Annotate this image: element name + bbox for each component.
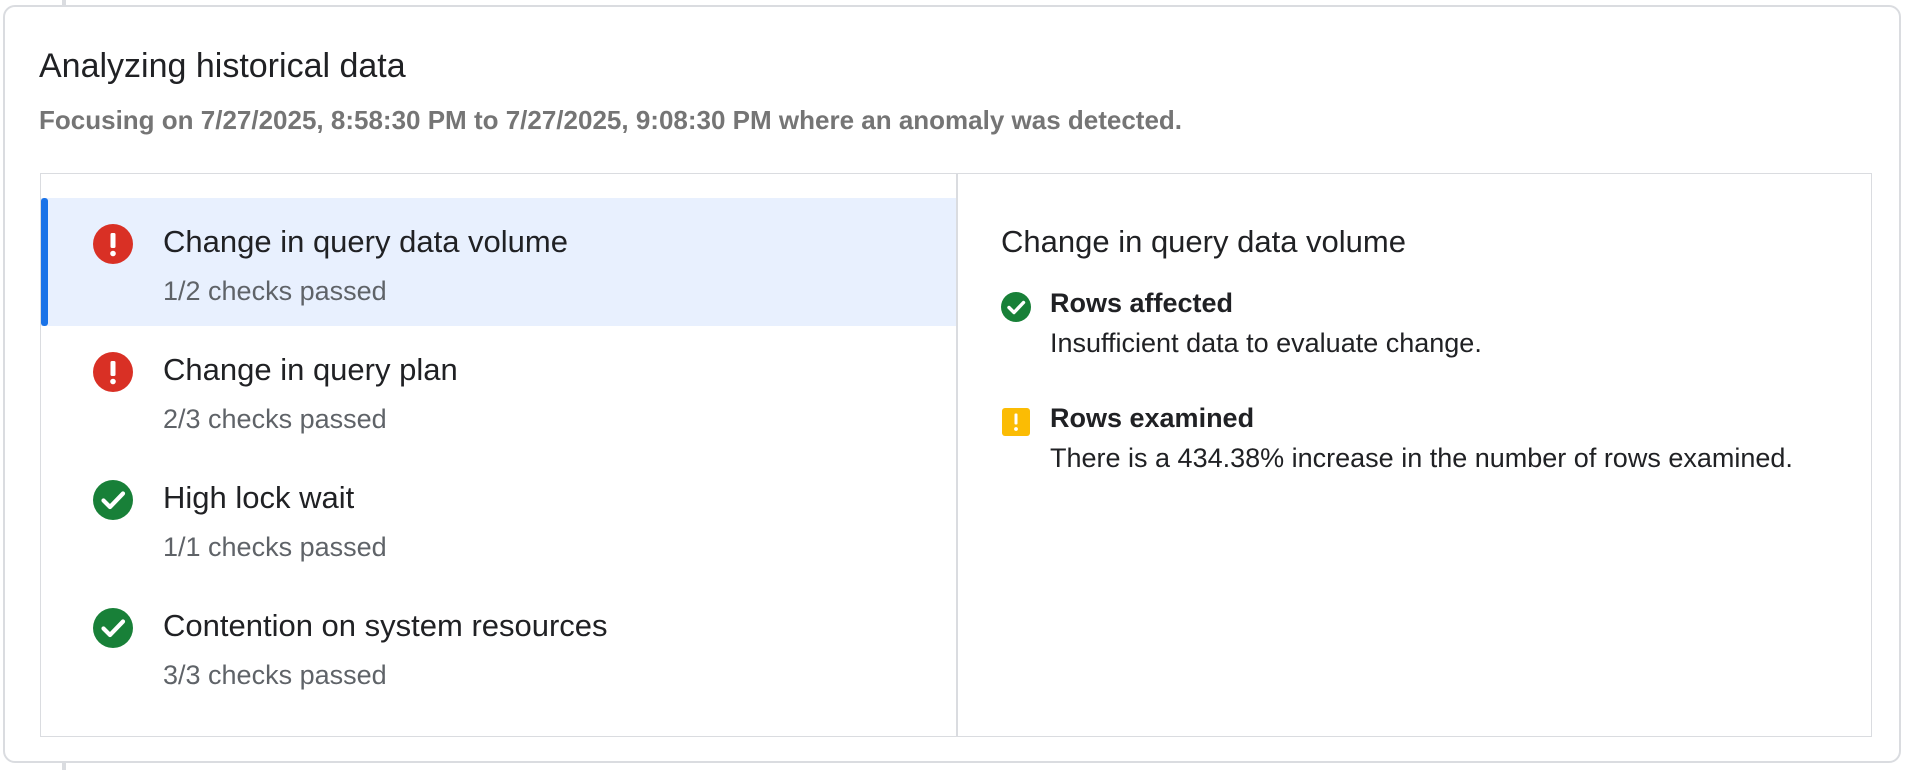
error-icon [93, 352, 133, 392]
category-detail: Change in query data volume Rows affecte… [1001, 224, 1861, 483]
check-description: There is a 434.38% increase in the numbe… [1050, 443, 1793, 473]
check-rows-affected: Rows affected Insufficient data to evalu… [1001, 288, 1861, 368]
category-item-query-data-volume[interactable]: Change in query data volume 1/2 checks p… [41, 198, 956, 326]
category-title: High lock wait [163, 480, 355, 515]
category-title: Change in query plan [163, 352, 458, 387]
warning-icon [1001, 407, 1031, 437]
category-item-query-plan[interactable]: Change in query plan 2/3 checks passed [41, 326, 956, 454]
historical-analysis-card: Analyzing historical data Focusing on 7/… [3, 5, 1901, 763]
category-checks-summary: 2/3 checks passed [163, 404, 387, 434]
analysis-panel: Change in query data volume 1/2 checks p… [40, 173, 1872, 737]
category-title: Contention on system resources [163, 608, 608, 643]
detail-title: Change in query data volume [1001, 224, 1406, 259]
check-title: Rows examined [1050, 403, 1255, 433]
category-checks-summary: 1/1 checks passed [163, 532, 387, 562]
check-circle-icon [93, 608, 133, 648]
check-category-list: Change in query data volume 1/2 checks p… [41, 198, 956, 710]
check-description: Insufficient data to evaluate change. [1050, 328, 1482, 358]
error-icon [93, 224, 133, 264]
category-item-high-lock-wait[interactable]: High lock wait 1/1 checks passed [41, 454, 956, 582]
connector-line [62, 762, 66, 770]
panel-divider [956, 174, 958, 736]
check-title: Rows affected [1050, 288, 1234, 318]
check-rows-examined: Rows examined There is a 434.38% increas… [1001, 403, 1861, 483]
check-circle-icon [93, 480, 133, 520]
card-subtitle: Focusing on 7/27/2025, 8:58:30 PM to 7/2… [39, 105, 1183, 135]
category-item-system-resources[interactable]: Contention on system resources 3/3 check… [41, 582, 956, 710]
check-circle-icon [1001, 292, 1031, 322]
category-title: Change in query data volume [163, 224, 568, 259]
category-checks-summary: 3/3 checks passed [163, 660, 387, 690]
category-checks-summary: 1/2 checks passed [163, 276, 387, 306]
card-title: Analyzing historical data [39, 47, 406, 85]
